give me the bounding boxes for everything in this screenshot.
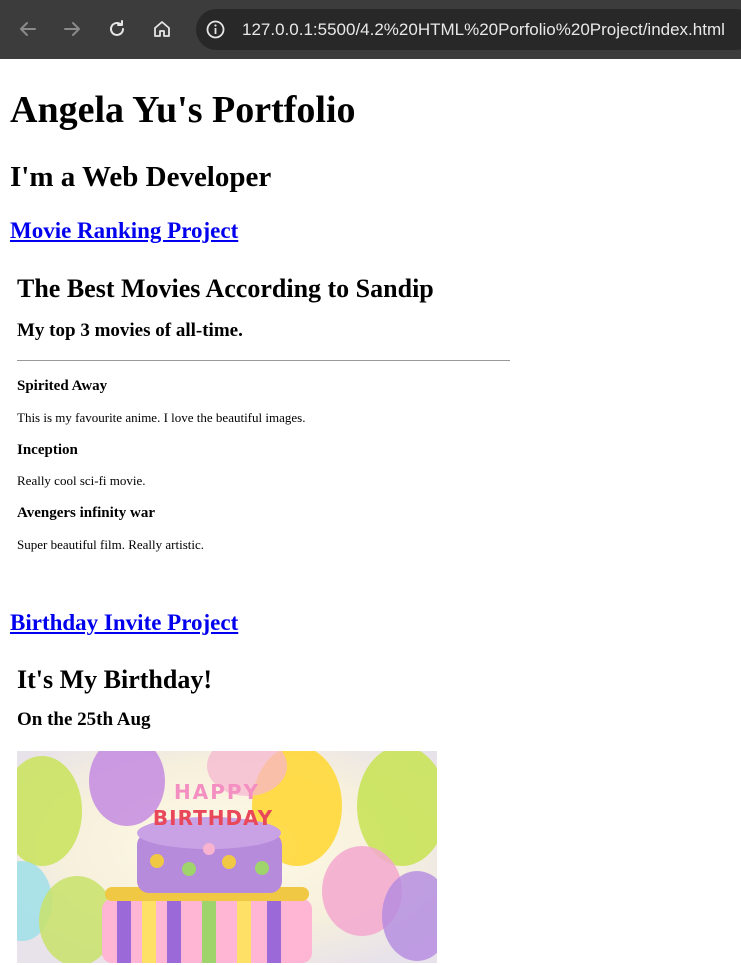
info-icon[interactable]	[206, 20, 225, 39]
reload-icon	[110, 20, 124, 36]
birthday-candle-letters: BIRTHDAY	[153, 806, 273, 830]
movie-name: Inception	[17, 442, 78, 458]
movie-project-link[interactable]: Movie Ranking Project	[10, 217, 238, 245]
page-title: Angela Yu's Portfolio	[10, 89, 356, 131]
movie-frame-subtitle: My top 3 movies of all-time.	[17, 320, 243, 341]
movie-project-frame: The Best Movies According to Sandip My t…	[17, 273, 517, 573]
home-button[interactable]	[147, 14, 177, 44]
browser-toolbar: 127.0.0.1:5500/4.2%20HTML%20Porfolio%20P…	[0, 0, 741, 59]
happy-candle-letters: HAPPY	[174, 780, 260, 804]
movie-name: Avengers infinity war	[17, 505, 156, 521]
divider	[17, 360, 510, 361]
page-subtitle: I'm a Web Developer	[10, 161, 272, 193]
reload-button[interactable]	[102, 14, 132, 44]
birthday-project-link[interactable]: Birthday Invite Project	[10, 609, 238, 637]
birthday-project-frame: It's My Birthday! On the 25th Aug HAPPY …	[17, 664, 517, 965]
back-button[interactable]	[13, 14, 43, 44]
birthday-frame-title: It's My Birthday!	[17, 665, 212, 694]
movie-name: Spirited Away	[17, 378, 108, 394]
home-icon	[154, 21, 170, 37]
forward-button[interactable]	[57, 14, 87, 44]
birthday-frame-subtitle: On the 25th Aug	[17, 709, 151, 730]
url-text[interactable]: 127.0.0.1:5500/4.2%20HTML%20Porfolio%20P…	[242, 20, 725, 40]
back-icon	[20, 22, 36, 36]
birthday-cake-image: HAPPY BIRTHDAY	[17, 751, 437, 963]
address-bar[interactable]: 127.0.0.1:5500/4.2%20HTML%20Porfolio%20P…	[196, 9, 741, 50]
movie-frame-title: The Best Movies According to Sandip	[17, 274, 434, 303]
movie-description: This is my favourite anime. I love the b…	[17, 410, 306, 425]
movie-description: Really cool sci-fi movie.	[17, 473, 146, 488]
forward-icon	[64, 22, 80, 36]
movie-description: Super beautiful film. Really artistic.	[17, 537, 205, 552]
